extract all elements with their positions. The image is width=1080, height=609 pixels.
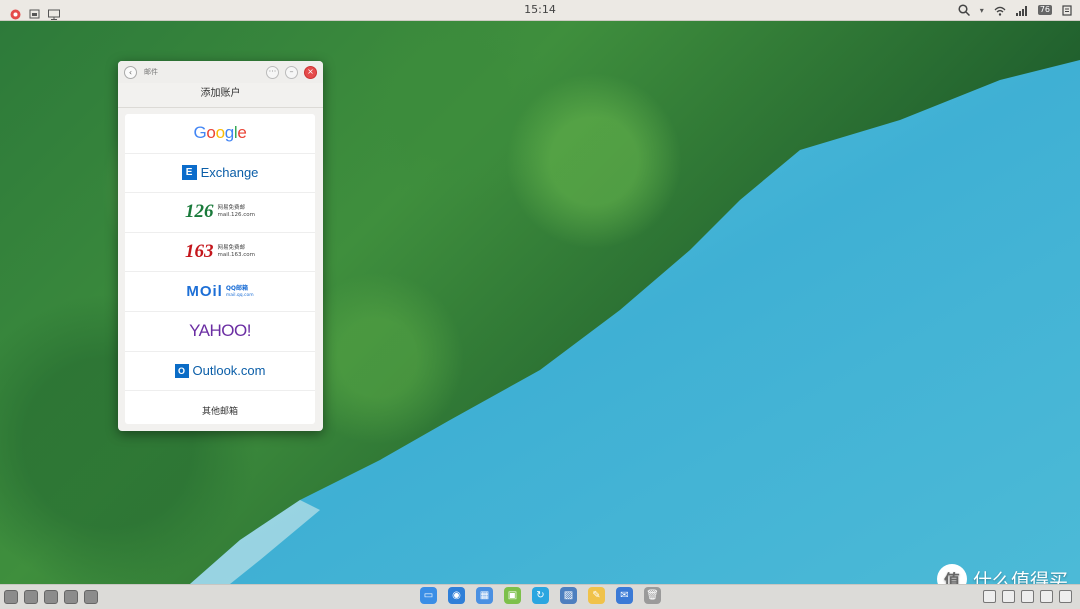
- dock-bar: ▭ ◉ ▦ ▣ ↻ ▨ ✎ ✉ 🗑: [0, 584, 1080, 609]
- outlook-icon: O: [174, 363, 189, 378]
- search-icon[interactable]: [958, 1, 970, 20]
- window-titlebar[interactable]: ‹ 邮件 ··· – ×: [118, 61, 323, 83]
- account-option-outlook[interactable]: O Outlook.com: [125, 352, 315, 392]
- chevron-down-icon[interactable]: ▾: [980, 6, 984, 15]
- display-icon[interactable]: [48, 5, 60, 20]
- account-provider-list: Google E Exchange 126 网易免费邮 mail.126.com…: [125, 114, 315, 424]
- exchange-label: Exchange: [200, 165, 259, 181]
- close-button[interactable]: ×: [304, 66, 317, 79]
- account-option-yahoo[interactable]: YAHOO!: [125, 312, 315, 352]
- netease-163-number: 163: [184, 241, 214, 263]
- other-mailbox-label: 其他邮箱: [201, 406, 238, 417]
- window-title: 邮件: [144, 68, 158, 76]
- outlook-label: Outlook.com: [192, 363, 266, 379]
- wifi-icon[interactable]: [994, 1, 1006, 20]
- account-option-163[interactable]: 163 网易免费邮 mail.163.com: [125, 233, 315, 273]
- qq-mail-domain: mail.qq.com: [225, 292, 254, 298]
- account-option-exchange[interactable]: E Exchange: [125, 154, 315, 194]
- page-title: 添加账户: [118, 83, 323, 108]
- netease-126-number: 126: [184, 201, 214, 223]
- menu-button[interactable]: ···: [266, 66, 279, 79]
- tray-icon-2[interactable]: [1002, 590, 1015, 603]
- file-manager-icon[interactable]: [29, 5, 40, 18]
- toggle-icon[interactable]: [64, 590, 78, 604]
- google-letter-o1: o: [206, 123, 216, 143]
- account-option-qq[interactable]: MOil QQ邮箱 mail.qq.com: [125, 272, 315, 312]
- signal-icon[interactable]: [1015, 1, 1028, 20]
- notification-icon[interactable]: [1062, 1, 1072, 20]
- record-icon[interactable]: [84, 590, 98, 604]
- tray-icon-1[interactable]: [983, 590, 996, 603]
- mail-window: ‹ 邮件 ··· – × 添加账户 Google E Exchange 126 …: [118, 61, 323, 431]
- window-switch-icon[interactable]: [44, 590, 58, 604]
- google-letter-o2: o: [215, 123, 225, 143]
- account-option-google[interactable]: Google: [125, 114, 315, 154]
- back-button[interactable]: ‹: [124, 65, 137, 79]
- tray-icon-4[interactable]: [1040, 590, 1053, 603]
- dock-finder-icon[interactable]: ▭: [420, 587, 437, 604]
- netease-126-domain: mail.126.com: [217, 212, 256, 219]
- google-letter-g2: g: [224, 123, 234, 143]
- dock-apps-icon[interactable]: ▦: [476, 587, 493, 604]
- qq-mail-logo: MOil: [186, 283, 223, 301]
- netease-163-domain: mail.163.com: [217, 252, 256, 259]
- launcher-icon[interactable]: [10, 5, 21, 19]
- account-option-126[interactable]: 126 网易免费邮 mail.126.com: [125, 193, 315, 233]
- tray-icon-3[interactable]: [1021, 590, 1034, 603]
- settings-icon[interactable]: [4, 590, 18, 604]
- minimize-button[interactable]: –: [285, 66, 298, 79]
- dock-mail-icon[interactable]: ✉: [616, 587, 633, 604]
- dock-image-viewer-icon[interactable]: ▨: [560, 587, 577, 604]
- netease-126-name: 网易免费邮: [217, 205, 245, 212]
- dock-trash-icon[interactable]: 🗑: [644, 587, 661, 604]
- workspace-icon[interactable]: [24, 590, 38, 604]
- tray-icon-5[interactable]: [1059, 590, 1072, 603]
- dock-refresh-icon[interactable]: ↻: [532, 587, 549, 604]
- exchange-icon: E: [181, 165, 197, 181]
- account-option-other[interactable]: 其他邮箱: [125, 391, 315, 430]
- google-logo: Google: [193, 123, 246, 143]
- google-letter-g: G: [193, 123, 207, 143]
- system-top-bar: 15:14 ▾ 76: [0, 0, 1080, 21]
- dock-browser-icon[interactable]: ◉: [448, 587, 465, 604]
- dock-photos-icon[interactable]: ▣: [504, 587, 521, 604]
- qq-mail-name: QQ邮箱: [225, 284, 249, 292]
- google-letter-e: e: [237, 123, 247, 143]
- battery-indicator[interactable]: 76: [1037, 5, 1052, 15]
- yahoo-logo: YAHOO!: [189, 321, 251, 341]
- clock[interactable]: 15:14: [0, 3, 1080, 16]
- netease-163-name: 网易免费邮: [217, 245, 245, 252]
- dock-notes-icon[interactable]: ✎: [588, 587, 605, 604]
